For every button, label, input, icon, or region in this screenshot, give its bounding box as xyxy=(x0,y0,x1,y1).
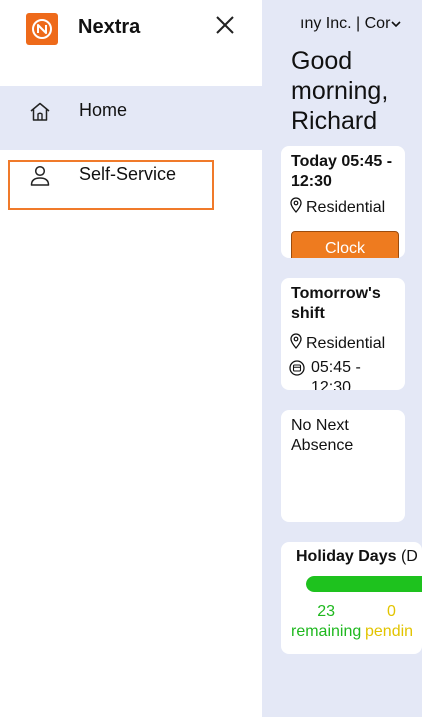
remaining-label: remaining xyxy=(291,623,362,640)
today-shift-title: Today 05:45 - 12:30 xyxy=(291,153,393,190)
company-label: ıny Inc. | Cor xyxy=(300,15,391,32)
tomorrow-location: Residential xyxy=(306,334,386,352)
tomorrow-shift-title: Tomorrow's shift xyxy=(291,285,381,322)
home-icon xyxy=(28,100,52,124)
calendar-icon xyxy=(289,360,308,382)
location-pin-icon xyxy=(289,333,306,354)
holiday-pending: 0 pendin xyxy=(365,602,413,642)
holiday-days-card[interactable]: Holiday Days (D 23 remaining 0 pendin xyxy=(281,542,422,654)
today-shift-card[interactable]: Today 05:45 - 12:30 Residential Clock xyxy=(281,146,405,258)
tomorrow-time: 05:45 - 12:30 xyxy=(311,359,361,390)
pending-label: pendin xyxy=(365,623,414,640)
highlight-box xyxy=(8,160,214,210)
today-location: Residential xyxy=(306,198,386,216)
clock-button[interactable]: Clock xyxy=(291,231,399,258)
next-absence-card[interactable]: No Next Absence xyxy=(281,410,405,522)
holiday-progress-bar xyxy=(306,576,422,592)
holiday-title-row: Holiday Days (D xyxy=(296,548,418,566)
pending-value: 0 xyxy=(387,603,396,620)
tomorrow-shift-card[interactable]: Tomorrow's shift Residential 05:45 - 12:… xyxy=(281,278,405,390)
today-location-row: Residential xyxy=(289,197,385,218)
close-button[interactable] xyxy=(212,12,238,38)
sidebar-drawer: Nextra Home Self-Service xyxy=(0,0,262,717)
company-selector[interactable]: ıny Inc. | Cor xyxy=(300,12,422,36)
remaining-value: 23 xyxy=(317,603,336,620)
holiday-progress-fill xyxy=(306,576,422,592)
holiday-unit: (D xyxy=(400,548,418,565)
holiday-remaining: 23 remaining xyxy=(291,602,361,642)
location-pin-icon xyxy=(289,197,306,218)
nextra-logo xyxy=(26,13,58,45)
close-icon xyxy=(216,16,234,34)
sidebar-item-label: Home xyxy=(79,100,128,120)
holiday-title: Holiday Days xyxy=(296,548,397,565)
tomorrow-time-row: 05:45 - 12:30 xyxy=(289,358,399,390)
chevron-down-icon xyxy=(391,17,401,31)
sidebar-item-home[interactable]: Home xyxy=(0,86,262,150)
greeting: Good morning, Richard xyxy=(291,47,389,135)
app-name: Nextra xyxy=(78,16,141,38)
next-absence-text: No Next Absence xyxy=(291,417,354,454)
tomorrow-location-row: Residential xyxy=(289,333,385,354)
